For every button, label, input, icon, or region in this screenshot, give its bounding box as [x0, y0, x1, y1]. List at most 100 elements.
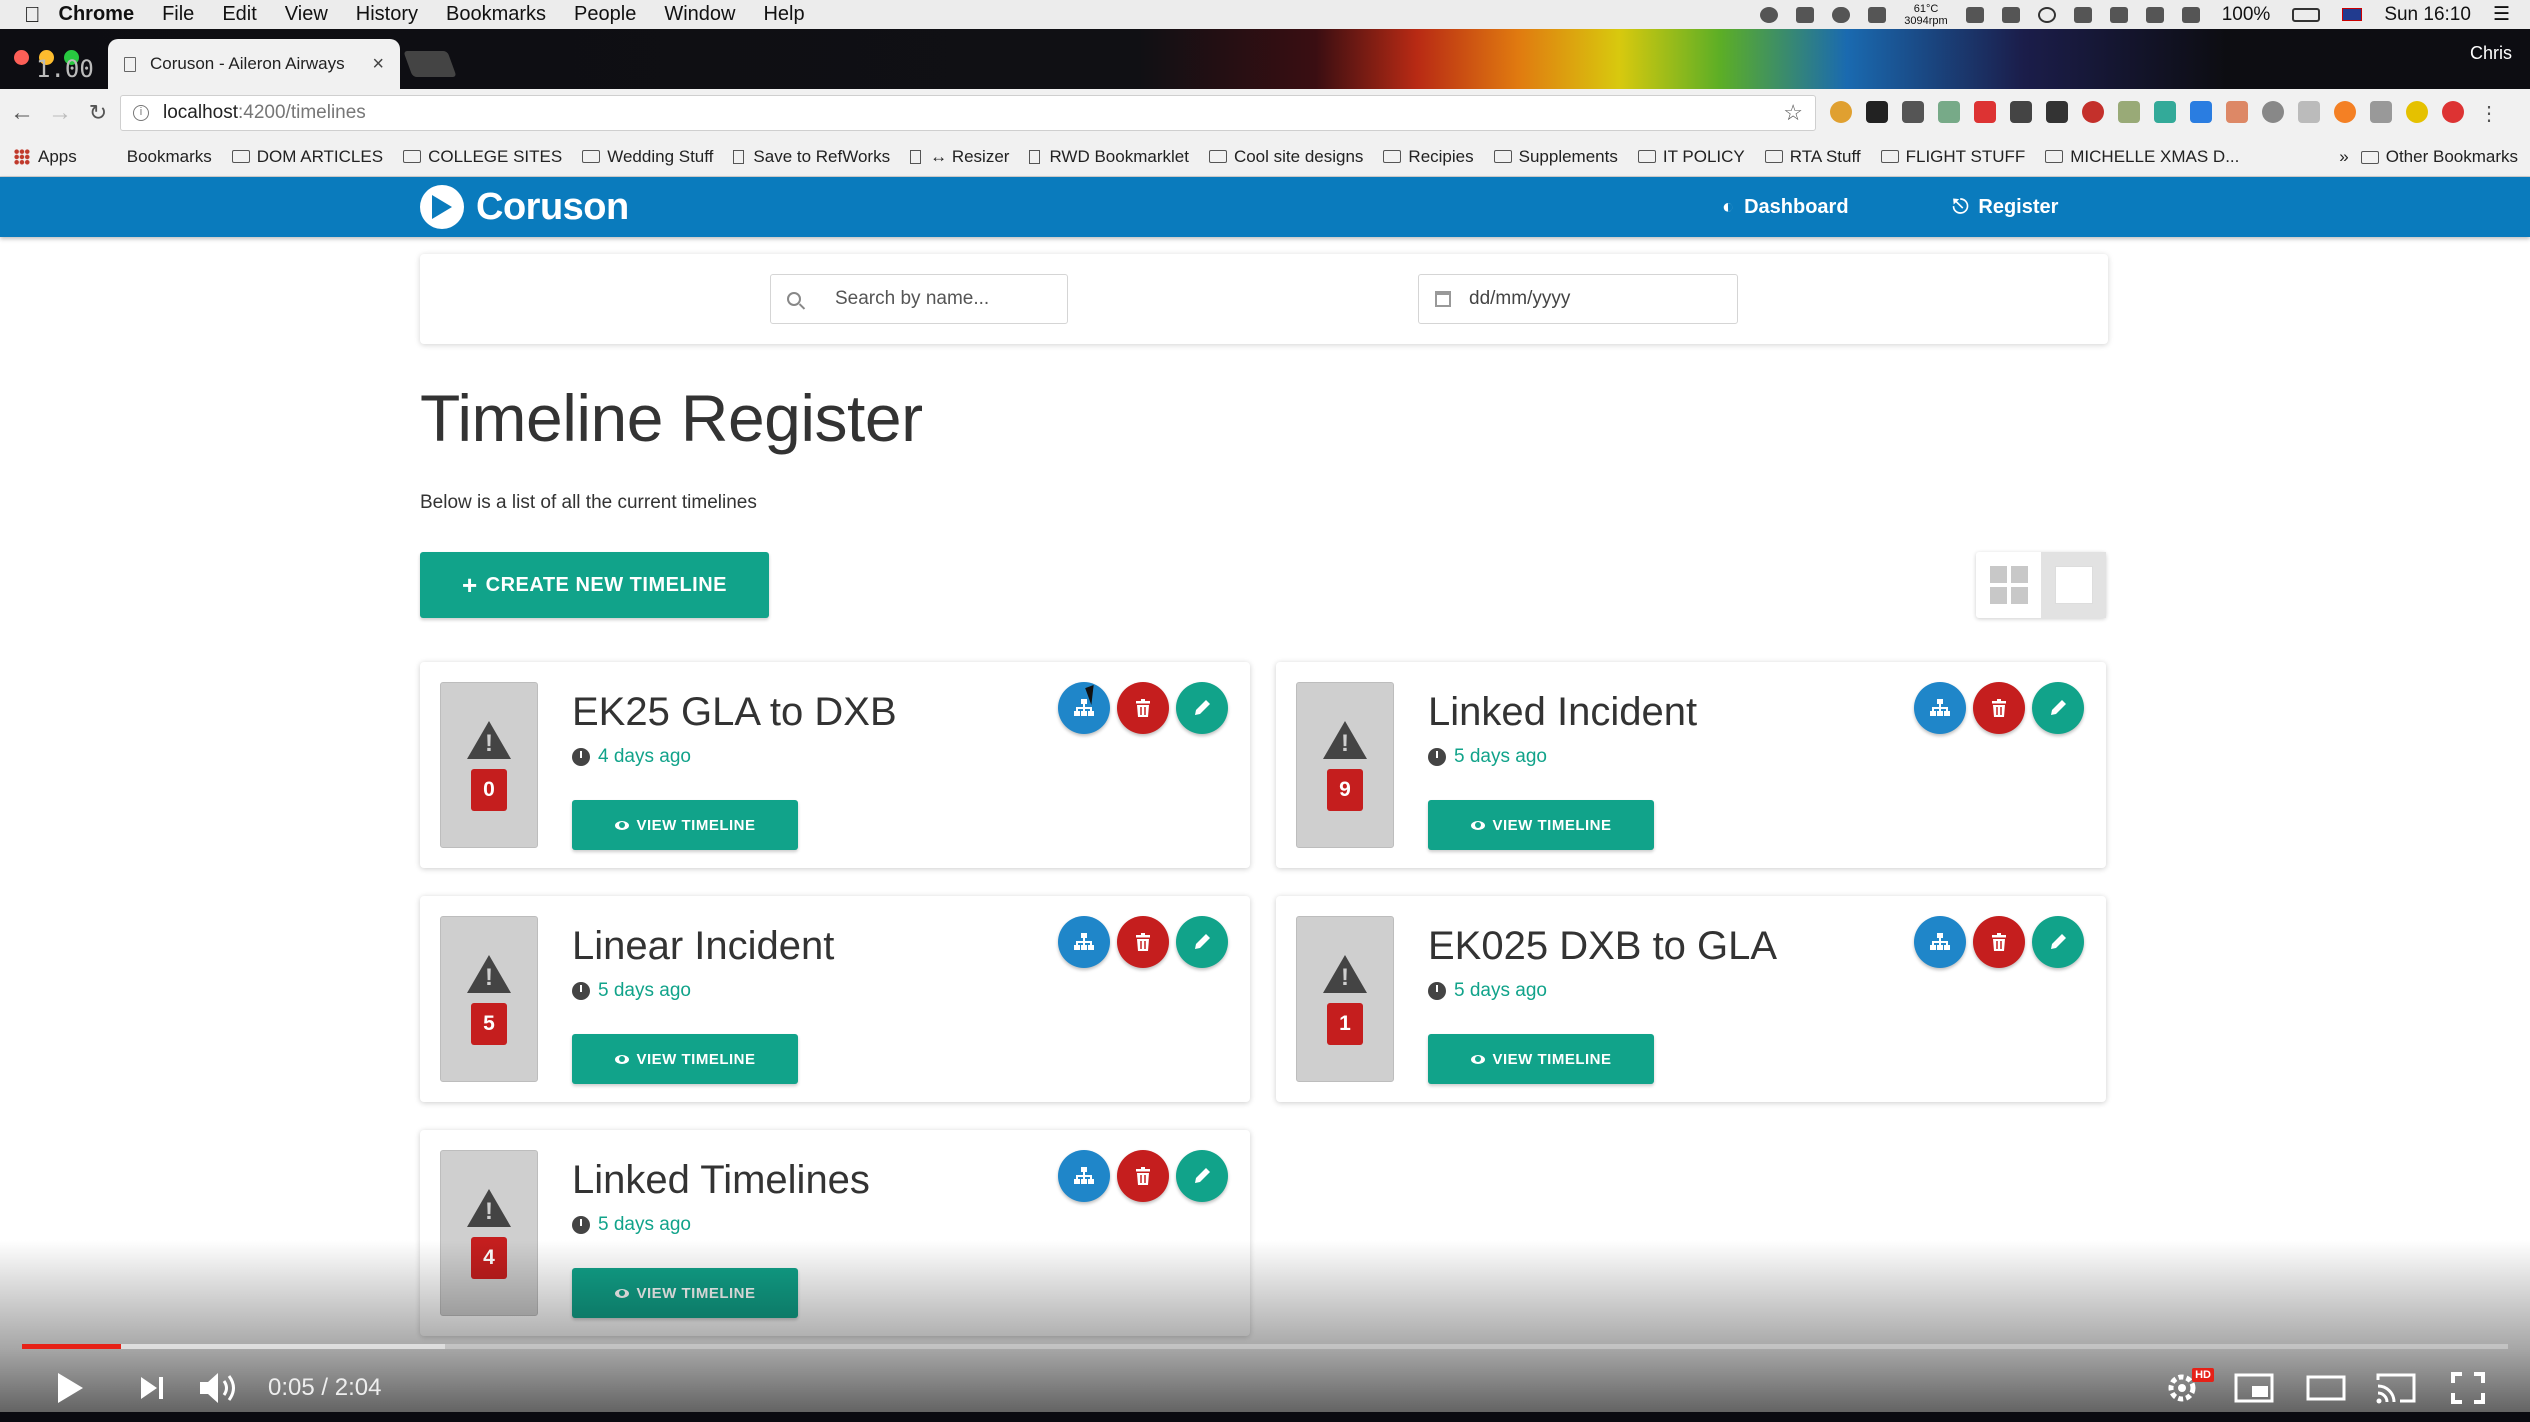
bookmark-folder[interactable]: IT POLICY — [1637, 147, 1745, 167]
org-chart-button[interactable] — [1058, 1150, 1110, 1202]
play-button[interactable] — [50, 1368, 90, 1408]
video-progress-bar[interactable] — [22, 1344, 2508, 1349]
extension-icon[interactable] — [2082, 101, 2104, 123]
volume-icon[interactable] — [2181, 6, 2200, 23]
search-input[interactable]: Search by name... — [770, 274, 1068, 324]
delete-button[interactable] — [1117, 1150, 1169, 1202]
edit-button[interactable] — [1176, 682, 1228, 734]
cast-button[interactable] — [2374, 1368, 2418, 1408]
battery-text[interactable]: 100% — [2222, 4, 2271, 26]
extension-icon[interactable] — [1938, 101, 1960, 123]
other-bookmarks[interactable]: » Other Bookmarks — [2339, 137, 2518, 177]
brand-logo[interactable]: Coruson — [420, 177, 629, 237]
fullscreen-button[interactable] — [2446, 1368, 2490, 1408]
flag-icon[interactable] — [2342, 8, 2363, 21]
menu-file[interactable]: File — [162, 3, 194, 26]
org-chart-button[interactable] — [1058, 682, 1110, 734]
search-icon[interactable] — [2037, 6, 2056, 23]
extension-icon[interactable] — [2334, 101, 2356, 123]
extension-icon[interactable] — [2370, 101, 2392, 123]
menu-view[interactable]: View — [285, 3, 328, 26]
bookmark-folder[interactable]: COLLEGE SITES — [403, 147, 562, 167]
move-icon[interactable] — [2073, 6, 2092, 23]
close-window-icon[interactable] — [14, 50, 29, 65]
close-tab-icon[interactable]: × — [372, 53, 384, 76]
glasses-icon[interactable] — [1965, 6, 1984, 23]
extension-icon[interactable] — [2406, 101, 2428, 123]
address-bar[interactable]: i localhost:4200/timelines ☆ — [120, 95, 1816, 131]
bookmark-folder[interactable]: Recipies — [1383, 147, 1474, 167]
menu-app[interactable]: Chrome — [59, 3, 135, 26]
bookmark-item[interactable]: ↔ Resizer — [910, 147, 1009, 167]
volume-button[interactable] — [196, 1368, 242, 1408]
edit-button[interactable] — [2032, 682, 2084, 734]
extension-icon[interactable] — [2190, 101, 2212, 123]
clock-text[interactable]: Sun 16:10 — [2384, 4, 2471, 26]
dropbox-icon[interactable] — [1796, 6, 1815, 23]
record-icon[interactable] — [1760, 6, 1779, 23]
battery-icon[interactable] — [2292, 7, 2321, 22]
org-chart-button[interactable] — [1914, 916, 1966, 968]
chrome-menu-icon[interactable]: ⋮ — [2478, 101, 2500, 125]
info-icon[interactable]: i — [133, 105, 149, 121]
grid-view-button[interactable] — [1976, 552, 2041, 618]
bookmark-folder[interactable]: DOM ARTICLES — [231, 147, 383, 167]
bookmark-item[interactable]: Bookmarks — [127, 147, 212, 167]
temperature-readout[interactable]: 61°C 3094rpm — [1904, 3, 1947, 27]
menu-help[interactable]: Help — [763, 3, 804, 26]
umbrella-icon[interactable] — [2001, 6, 2020, 23]
new-tab-button[interactable] — [403, 51, 457, 77]
cloud-icon[interactable] — [1832, 6, 1851, 23]
wifi-icon[interactable] — [2109, 6, 2128, 23]
menu-window[interactable]: Window — [664, 3, 735, 26]
adblock-icon[interactable] — [1974, 101, 1996, 123]
bookmark-folder[interactable]: Cool site designs — [1208, 147, 1363, 167]
extension-icon[interactable] — [2046, 101, 2068, 123]
bookmark-folder[interactable]: RTA Stuff — [1764, 147, 1861, 167]
view-timeline-button[interactable]: VIEW TIMELINE — [1428, 800, 1654, 850]
back-icon[interactable]: ← — [6, 99, 38, 127]
profile-name[interactable]: Chris — [2470, 43, 2512, 64]
next-button[interactable] — [132, 1368, 172, 1408]
airplay-icon[interactable] — [2145, 6, 2164, 23]
delete-button[interactable] — [1117, 916, 1169, 968]
delete-button[interactable] — [1117, 682, 1169, 734]
extension-icon[interactable] — [1902, 101, 1924, 123]
bookmark-folder[interactable]: Wedding Stuff — [582, 147, 713, 167]
bookmark-apps[interactable]: Apps — [14, 147, 77, 167]
extension-icon[interactable] — [2010, 101, 2032, 123]
miniplayer-button[interactable] — [2232, 1368, 2276, 1408]
org-chart-button[interactable] — [1058, 916, 1110, 968]
date-input[interactable]: dd/mm/yyyy — [1418, 274, 1738, 324]
bookmark-folder[interactable]: Supplements — [1493, 147, 1618, 167]
reload-icon[interactable]: ↻ — [82, 100, 114, 126]
edit-button[interactable] — [2032, 916, 2084, 968]
chevron-right-icon[interactable]: » — [2339, 147, 2348, 167]
edit-button[interactable] — [1176, 1150, 1228, 1202]
settings-button[interactable]: HD — [2162, 1368, 2214, 1408]
bookmark-folder[interactable]: FLIGHT STUFF — [1880, 147, 2025, 167]
menu-edit[interactable]: Edit — [222, 3, 256, 26]
extension-icon[interactable] — [2298, 101, 2320, 123]
extension-icon[interactable] — [1830, 101, 1852, 123]
extension-icon[interactable] — [1866, 101, 1888, 123]
edit-button[interactable] — [1176, 916, 1228, 968]
delete-button[interactable] — [1973, 682, 2025, 734]
extension-icon[interactable] — [2154, 101, 2176, 123]
org-chart-button[interactable] — [1914, 682, 1966, 734]
menu-people[interactable]: People — [574, 3, 636, 26]
lock-icon[interactable] — [1868, 6, 1887, 23]
create-timeline-button[interactable]: + CREATE NEW TIMELINE — [420, 552, 769, 618]
bookmark-star-icon[interactable]: ☆ — [1783, 100, 1803, 126]
bookmark-folder[interactable]: MICHELLE XMAS D... — [2045, 147, 2239, 167]
apple-icon[interactable]:  — [24, 2, 41, 28]
view-timeline-button[interactable]: VIEW TIMELINE — [572, 1034, 798, 1084]
delete-button[interactable] — [1973, 916, 2025, 968]
bookmark-item[interactable]: RWD Bookmarklet — [1029, 147, 1189, 167]
menu-history[interactable]: History — [356, 3, 418, 26]
nav-dashboard[interactable]: ◐ Dashboard — [1722, 196, 1849, 219]
browser-tab[interactable]: Coruson - Aileron Airways × — [108, 39, 400, 89]
theater-mode-button[interactable] — [2304, 1368, 2348, 1408]
single-view-button[interactable] — [2041, 552, 2106, 618]
extension-icon[interactable] — [2118, 101, 2140, 123]
